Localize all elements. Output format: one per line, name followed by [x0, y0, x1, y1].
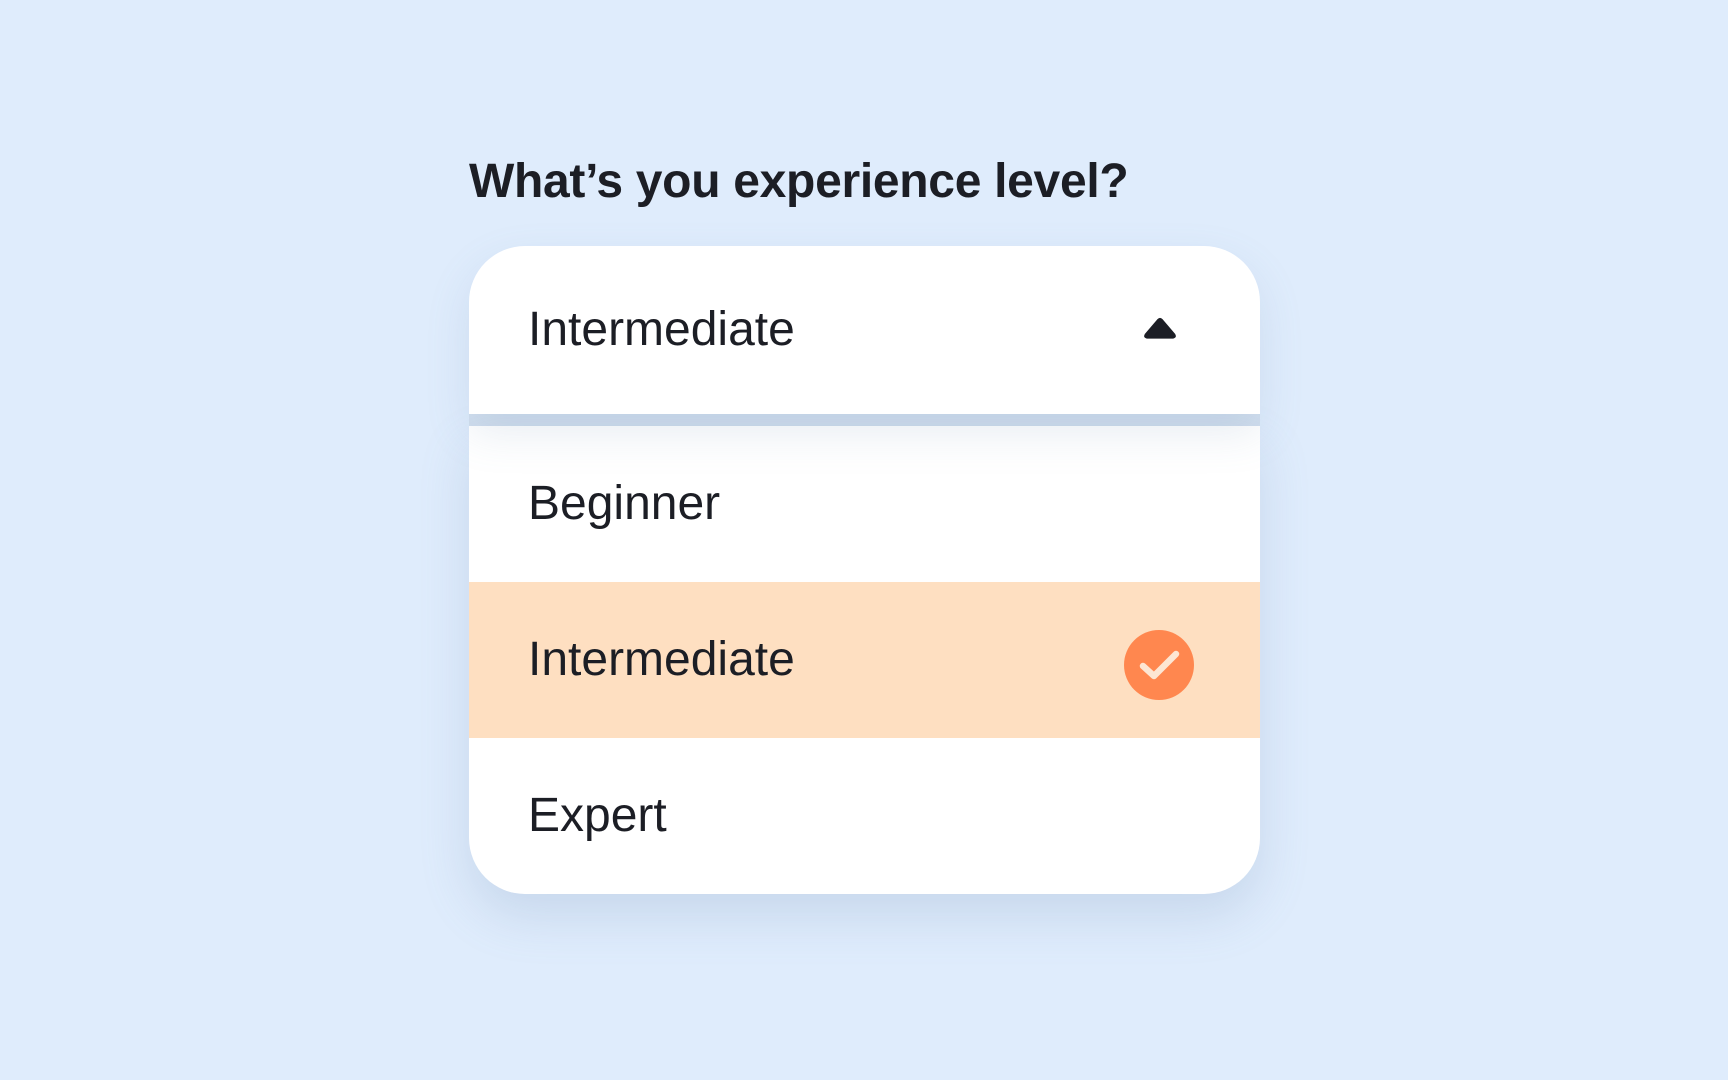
caret-up-icon[interactable] [1142, 316, 1178, 342]
dropdown-select-box[interactable]: Intermediate [469, 246, 1260, 414]
experience-level-dropdown: Intermediate Beginner Intermediate Exper… [469, 246, 1260, 894]
option-label: Beginner [528, 477, 721, 530]
selected-value: Intermediate [528, 303, 795, 356]
option-label: Expert [528, 789, 667, 842]
question-title: What’s you experience level? [469, 155, 1129, 208]
option-beginner[interactable]: Beginner [469, 426, 1260, 582]
option-expert[interactable]: Expert [469, 738, 1260, 894]
option-label: Intermediate [528, 633, 795, 686]
check-circle-icon [1124, 630, 1194, 700]
option-intermediate[interactable]: Intermediate [469, 582, 1260, 738]
dropdown-divider [469, 414, 1260, 426]
dropdown-options-list: Beginner Intermediate Expert [469, 426, 1260, 894]
